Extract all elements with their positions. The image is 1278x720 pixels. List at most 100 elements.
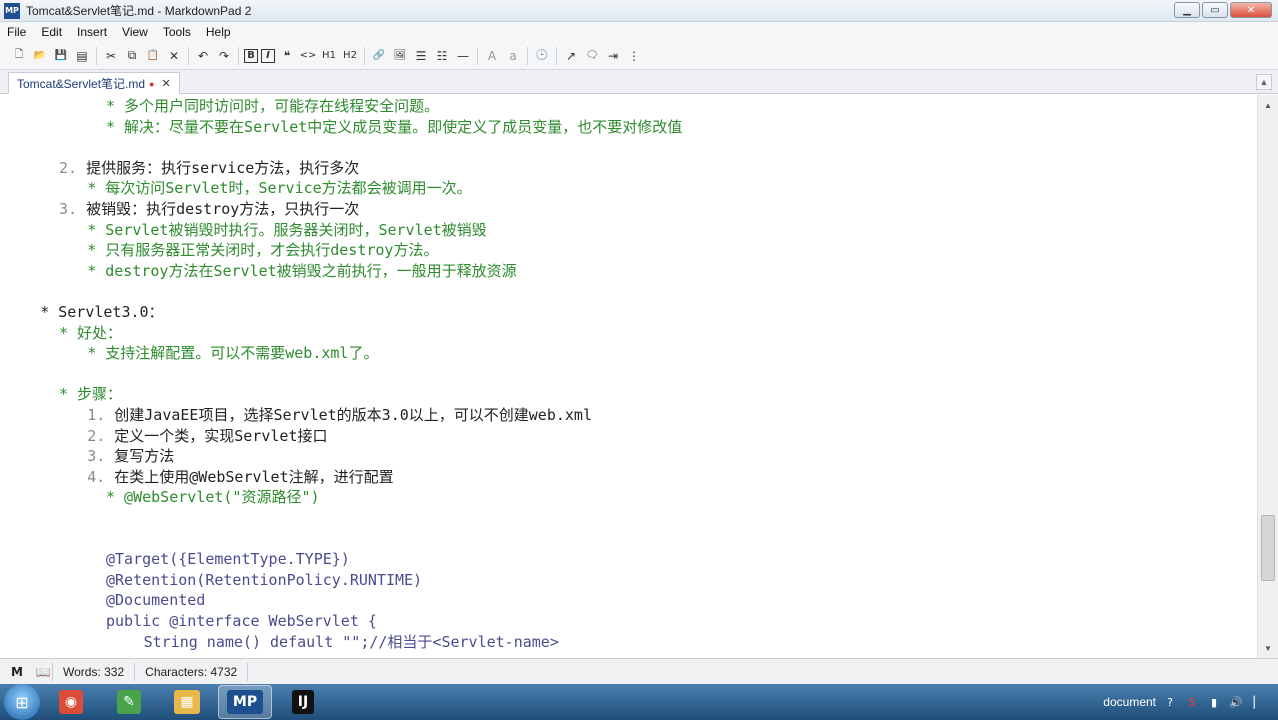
editor-line: * Servlet被销毁时执行。服务器关闭时，Servlet被销毁 <box>87 220 487 239</box>
toolbar-separator <box>96 46 97 65</box>
status-empty <box>247 662 268 681</box>
toolbar-separator <box>556 46 557 65</box>
editor-line: * 步骤： <box>59 385 123 404</box>
editor-line: 2. 提供服务：执行service方法，执行多次 <box>59 158 359 179</box>
editor-line: 3. 复写方法 <box>87 446 174 467</box>
list-text: 创建JavaEE项目，选择Servlet的版本3.0以上，可以不创建web.xm… <box>105 406 592 424</box>
editor-task[interactable]: ✎ <box>102 685 156 719</box>
unordered-list-icon[interactable]: ☰ <box>412 47 430 65</box>
maximize-button[interactable]: ▭ <box>1202 2 1228 18</box>
intellij-task[interactable]: IJ <box>276 685 330 719</box>
bold-icon[interactable]: B <box>244 48 258 63</box>
horizontal-rule-icon[interactable]: — <box>454 47 472 65</box>
more-icon[interactable]: ⋮ <box>625 47 643 65</box>
start-button[interactable]: ⊞ <box>4 684 40 720</box>
menu-file[interactable]: File <box>0 25 34 39</box>
undo-icon[interactable]: ↶ <box>194 47 212 65</box>
close-button[interactable]: ✕ <box>1230 2 1272 18</box>
code-icon[interactable]: <> <box>299 47 317 65</box>
list-number: 3. <box>59 200 78 218</box>
list-text: 定义一个类，实现Servlet接口 <box>105 426 328 445</box>
list-text: 在类上使用@WebServlet注解，进行配置 <box>105 467 394 486</box>
h1-icon[interactable]: H1 <box>320 47 338 65</box>
ordered-list-icon[interactable]: ☷ <box>433 47 451 65</box>
scrollbar-thumb[interactable] <box>1261 515 1275 581</box>
menu-insert[interactable]: Insert <box>70 25 115 39</box>
timestamp-icon[interactable]: 🕒 <box>533 47 551 65</box>
network-icon[interactable]: ▮ <box>1206 694 1222 710</box>
italic-icon[interactable]: I <box>261 48 275 63</box>
markdown-icon[interactable]: M <box>8 665 26 679</box>
preview-side-icon[interactable]: 🗨 <box>583 47 601 65</box>
redo-icon[interactable]: ↷ <box>215 47 233 65</box>
editor-line: 2. 定义一个类，实现Servlet接口 <box>87 426 327 447</box>
export-icon[interactable]: ⇥ <box>604 47 622 65</box>
tab-document[interactable]: Tomcat&Servlet笔记.md ● ✕ <box>8 72 180 94</box>
minimize-button[interactable]: ▁ <box>1174 2 1200 18</box>
copy-icon[interactable]: ⧉ <box>123 47 141 65</box>
editor-line: String name() default "";//相当于<Servlet-n… <box>143 632 559 651</box>
toolbar-separator <box>364 46 365 65</box>
editor-line: * Servlet3.0： <box>40 303 164 321</box>
open-icon[interactable]: 📂 <box>31 47 49 65</box>
modified-indicator: ● <box>149 78 155 89</box>
list-number: 4. <box>87 467 106 486</box>
menu-edit[interactable]: Edit <box>34 25 70 39</box>
list-text: 提供服务：执行service方法，执行多次 <box>77 158 360 177</box>
save-icon[interactable]: 💾 <box>52 47 70 65</box>
tab-close-icon[interactable]: ✕ <box>161 77 170 90</box>
volume-icon[interactable]: 🔊 <box>1228 694 1244 710</box>
sogou-input-icon[interactable]: S <box>1184 694 1200 710</box>
editor-line: * destroy方法在Servlet被销毁之前执行，一般用于释放资源 <box>87 261 517 280</box>
editor-line: 3. 被销毁：执行destroy方法，只执行一次 <box>59 199 359 220</box>
editor-line: @Retention(RetentionPolicy.RUNTIME) <box>106 570 423 589</box>
help-icon[interactable]: ? <box>1162 694 1178 710</box>
list-number: 2. <box>59 158 78 177</box>
h2-icon[interactable]: H2 <box>341 47 359 65</box>
link-icon[interactable]: 🔗 <box>370 47 388 65</box>
list-number: 1. <box>87 406 106 424</box>
paste-icon[interactable]: 📋 <box>144 47 162 65</box>
new-icon[interactable]: 🗋 <box>10 47 28 65</box>
menu-help[interactable]: Help <box>199 25 239 39</box>
show-desktop-icon[interactable]: ▏ <box>1250 694 1266 710</box>
editor-line: * 多个用户同时访问时，可能存在线程安全问题。 <box>106 97 440 115</box>
quote-icon[interactable]: ❝ <box>278 47 296 65</box>
character-count: Characters: 4732 <box>134 662 247 681</box>
cut-icon[interactable]: ✂ <box>102 47 120 65</box>
uppercase-icon[interactable]: A <box>483 47 501 65</box>
editor-line: * 只有服务器正常关闭时，才会执行destroy方法。 <box>87 241 439 260</box>
toolbar-separator <box>188 46 189 65</box>
tray-document-label[interactable]: document <box>1103 695 1156 709</box>
markdownpad-task[interactable]: MP <box>218 685 272 719</box>
image-icon[interactable]: 🖼 <box>391 47 409 65</box>
explorer-task[interactable]: ▦ <box>160 685 214 719</box>
vertical-scrollbar[interactable]: ▲ ▼ <box>1257 95 1278 658</box>
toolbar: 🗋 📂 💾 ▤ ✂ ⧉ 📋 ✕ ↶ ↷ B I ❝ <> H1 H2 🔗 🖼 ☰ ☷ — Aa 🕒 ↗ 🗨 ⇥ ⋮ <box>0 42 1278 70</box>
save-all-icon[interactable]: ▤ <box>73 47 91 65</box>
list-number: 3. <box>87 447 106 466</box>
delete-icon[interactable]: ✕ <box>165 47 183 65</box>
editor-line: * 解决：尽量不要在Servlet中定义成员变量。即使定义了成员变量，也不要对修… <box>106 117 683 136</box>
lowercase-icon[interactable]: a <box>504 47 522 65</box>
toolbar-separator <box>477 46 478 65</box>
book-icon[interactable]: 📖 <box>34 665 52 679</box>
menu-bar: File Edit Insert View Tools Help <box>0 22 1278 42</box>
editor-line: @Target({ElementType.TYPE}) <box>106 550 350 569</box>
tab-label: Tomcat&Servlet笔记.md <box>17 77 146 91</box>
chrome-task[interactable]: ◉ <box>44 685 98 719</box>
markdownpad-icon: MP <box>226 690 264 714</box>
markdown-editor[interactable]: * 多个用户同时访问时，可能存在线程安全问题。 * 解决：尽量不要在Servlet… <box>0 95 1257 658</box>
tab-strip: Tomcat&Servlet笔记.md ● ✕ ▲ <box>0 70 1278 94</box>
editor-line: public @interface WebServlet { <box>106 612 377 630</box>
toolbar-separator <box>238 46 239 65</box>
tab-scroll-icon[interactable]: ▲ <box>1256 74 1272 90</box>
scroll-down-icon[interactable]: ▼ <box>1261 641 1275 655</box>
menu-view[interactable]: View <box>115 25 156 39</box>
markdownpad-app-icon: MP <box>4 2 20 19</box>
preview-icon[interactable]: ↗ <box>562 47 580 65</box>
menu-tools[interactable]: Tools <box>156 25 199 39</box>
scroll-up-icon[interactable]: ▲ <box>1261 98 1275 112</box>
status-bar: M 📖 Words: 332 Characters: 4732 <box>0 658 1278 684</box>
window-title: Tomcat&Servlet笔记.md - MarkdownPad 2 <box>26 4 252 18</box>
